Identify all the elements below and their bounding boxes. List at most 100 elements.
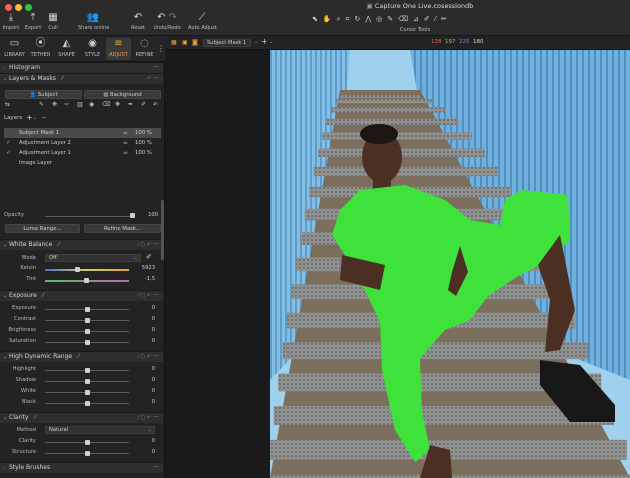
layer-row[interactable]: ✓ Adjustment Layer 1 ⚌ 100 %: [4, 148, 161, 158]
undo-redo-button[interactable]: ↶ ↷ Undo/Redo: [152, 12, 182, 31]
more-icon[interactable]: ···: [153, 463, 159, 473]
black-slider-knob[interactable]: [85, 401, 90, 406]
eyedropper-icon[interactable]: ⁄: [62, 75, 63, 82]
more-icon[interactable]: ···: [153, 291, 159, 301]
rotate-icon[interactable]: ↻: [354, 15, 360, 23]
share-online-button[interactable]: 👥 Share online: [78, 12, 109, 31]
highlight-slider-knob[interactable]: [85, 368, 90, 373]
opacity-slider-knob[interactable]: [130, 213, 135, 218]
luma-range-button[interactable]: Luma Range...: [5, 224, 80, 233]
tab-refine[interactable]: ◌ REFINE: [132, 38, 157, 58]
refine-brush-icon[interactable]: ✍: [153, 101, 158, 108]
mask-brush-icon[interactable]: ✎: [387, 15, 393, 23]
reset-icon[interactable]: ⁄ ▢ ↶: [138, 291, 151, 301]
white-balance-header[interactable]: ⌄ White Balance ⁄ ⁄ ▢ ↶ ···: [0, 239, 163, 250]
crop-icon[interactable]: ⌗: [346, 15, 350, 24]
white-slider-knob[interactable]: [85, 390, 90, 395]
tab-adjust[interactable]: ≡ ADJUST: [106, 38, 131, 60]
more-icon[interactable]: ···: [153, 352, 159, 362]
eyedropper-icon[interactable]: ⁄: [35, 414, 36, 421]
kelvin-slider[interactable]: [45, 269, 129, 271]
structure-slider-knob[interactable]: [85, 451, 90, 456]
layer-row[interactable]: Subject Mask 1 ⚌ 100 %: [4, 128, 161, 138]
reset-icon[interactable]: ⁄ ▢ ↶: [138, 352, 151, 362]
reset-button[interactable]: ↶ Reset: [127, 12, 149, 31]
checkmark-icon[interactable]: ✓: [6, 138, 11, 148]
shadow-value[interactable]: 0: [143, 377, 155, 383]
wb-picker-icon[interactable]: ✐: [146, 253, 152, 261]
tab-library[interactable]: ▭ LIBRARY: [2, 38, 27, 58]
auto-adjust-button[interactable]: ⟋ Auto Adjust: [188, 12, 217, 31]
contrast-slider-knob[interactable]: [85, 318, 90, 323]
structure-value[interactable]: 0: [143, 449, 155, 455]
tint-value[interactable]: -1,5: [139, 276, 155, 282]
refine-mask-button[interactable]: Refine Mask...: [84, 224, 161, 233]
exposure-header[interactable]: ⌄ Exposure ⁄ ⁄ ▢ ↶ ···: [0, 290, 163, 301]
contrast-value[interactable]: 0: [143, 316, 155, 322]
exposure-slider-knob[interactable]: [85, 307, 90, 312]
magic-brush-icon[interactable]: ✑: [64, 101, 69, 108]
reset-icon[interactable]: ↶: [147, 74, 151, 84]
saturation-value[interactable]: 0: [143, 338, 155, 344]
import-button[interactable]: ⤓ Import: [0, 12, 22, 31]
export-button[interactable]: ⤒ Export: [22, 12, 44, 31]
opacity-value[interactable]: 100: [146, 212, 158, 218]
pick-color-icon[interactable]: ✐: [141, 101, 146, 108]
undo-icon[interactable]: ↶: [157, 12, 165, 23]
layer-select[interactable]: Subject Mask 1: [203, 39, 251, 47]
annotate-icon[interactable]: ✏: [441, 15, 447, 23]
gradient-icon[interactable]: ⊿: [413, 15, 419, 23]
saturation-slider-knob[interactable]: [85, 340, 90, 345]
more-icon[interactable]: ···: [153, 63, 159, 73]
checkmark-icon[interactable]: ✓: [6, 148, 11, 158]
close-window-button[interactable]: [5, 4, 12, 11]
eyedropper-icon[interactable]: ⁄: [78, 353, 79, 360]
more-tabs-icon[interactable]: ⋮: [157, 44, 165, 53]
remove-layer-icon[interactable]: –: [42, 113, 46, 122]
clarity-header[interactable]: ⌄ Clarity ⁄ ⁄ ▢ ↶ ···: [0, 412, 163, 423]
grid-view-icon[interactable]: ▦: [171, 39, 177, 46]
reset-icon[interactable]: ⁄ ▢ ↶: [138, 413, 151, 423]
tab-style[interactable]: ◉ STYLE: [80, 38, 105, 58]
subject-button[interactable]: 👤 Subject: [5, 90, 82, 99]
mask-view-icon[interactable]: ◙: [192, 39, 198, 46]
redo-icon[interactable]: ↷: [169, 12, 177, 23]
add-layer-icon[interactable]: +: [261, 37, 268, 46]
layer-adjust-icon[interactable]: ⚌: [123, 128, 128, 138]
layer-adjust-icon[interactable]: ⚌: [123, 138, 128, 148]
ai-brush-icon[interactable]: ✥: [52, 101, 57, 108]
clarity-method-dropdown[interactable]: Natural ⌄: [45, 426, 155, 434]
more-icon[interactable]: ···: [153, 413, 159, 423]
cull-button[interactable]: ▦ Cull: [42, 12, 64, 31]
layers-masks-header[interactable]: ⌄ Layers & Masks ⁄ ↶ ···: [0, 73, 163, 84]
tab-shape[interactable]: ◭ SHAPE: [54, 38, 79, 58]
color-picker-icon[interactable]: ✐: [424, 15, 430, 23]
chevron-down-icon[interactable]: ⌄: [33, 115, 37, 121]
eyedropper-icon[interactable]: ⁄: [43, 292, 44, 299]
radial-gradient-icon[interactable]: ◉: [89, 101, 94, 108]
chevron-down-icon[interactable]: ⌄: [254, 39, 258, 45]
swap-icon[interactable]: ⇆: [5, 101, 10, 108]
pan-icon[interactable]: ✋: [323, 15, 332, 23]
keystone-icon[interactable]: ⋀: [365, 15, 371, 23]
layer-row[interactable]: ✓ Adjustment Layer 2 ⚌ 100 %: [4, 138, 161, 148]
kelvin-slider-knob[interactable]: [75, 267, 80, 272]
style-brushes-header[interactable]: › Style Brushes ···: [0, 462, 163, 473]
wb-mode-dropdown[interactable]: Off ⌄: [45, 254, 141, 262]
chevron-down-icon[interactable]: ⌄: [269, 39, 273, 45]
tint-slider-knob[interactable]: [84, 278, 89, 283]
spot-icon[interactable]: ◎: [376, 15, 382, 23]
eraser-icon[interactable]: ⌫: [102, 101, 110, 108]
exposure-value[interactable]: 0: [143, 305, 155, 311]
layer-row[interactable]: Image Layer: [4, 158, 161, 168]
shadow-slider-knob[interactable]: [85, 379, 90, 384]
minimize-window-button[interactable]: [15, 4, 22, 11]
panel-scrollbar[interactable]: [161, 200, 164, 260]
tab-tether[interactable]: ⦿ TETHER: [28, 38, 53, 58]
brightness-value[interactable]: 0: [143, 327, 155, 333]
brightness-slider-knob[interactable]: [85, 329, 90, 334]
reset-icon[interactable]: ⁄ ▢ ↶: [138, 240, 151, 250]
brush-icon[interactable]: ✎: [39, 101, 44, 108]
single-view-icon[interactable]: ▣: [182, 39, 188, 46]
eyedropper-icon[interactable]: ⁄: [58, 241, 59, 248]
